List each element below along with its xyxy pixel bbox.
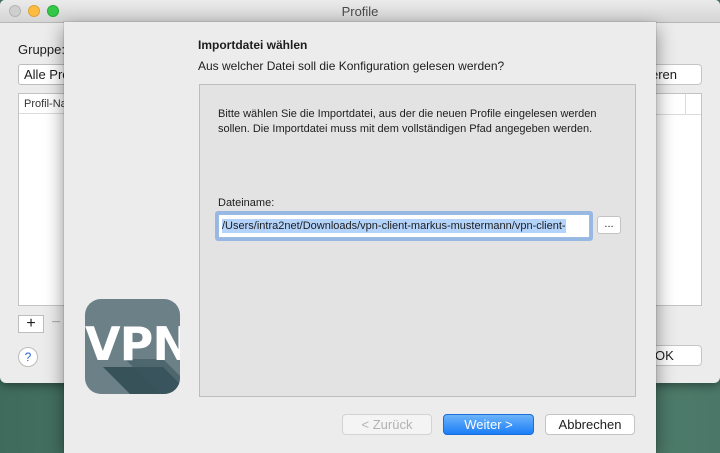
vpn-logo-text: VPN xyxy=(85,317,180,371)
import-panel: Bitte wählen Sie die Importdatei, aus de… xyxy=(199,84,636,397)
vpn-logo-icon: VPN xyxy=(85,299,180,394)
import-description: Bitte wählen Sie die Importdatei, aus de… xyxy=(218,108,597,135)
filename-label: Dateiname: xyxy=(218,197,275,209)
filename-value: /Users/intra2net/Downloads/vpn-client-ma… xyxy=(222,219,566,233)
help-button[interactable]: ? xyxy=(18,347,38,367)
import-sheet: Importdatei wählen Aus welcher Datei sol… xyxy=(64,22,656,453)
right-table-divider xyxy=(685,94,686,114)
window-title: Profile xyxy=(341,4,379,19)
browse-button[interactable]: ... xyxy=(597,216,621,234)
filename-input[interactable]: /Users/intra2net/Downloads/vpn-client-ma… xyxy=(218,214,590,238)
right-action-button[interactable]: eren xyxy=(650,64,702,85)
back-button[interactable]: < Zurück xyxy=(342,414,432,435)
group-label: Gruppe: xyxy=(18,42,65,57)
window-titlebar[interactable]: Profile xyxy=(0,0,720,23)
add-profile-button[interactable]: + xyxy=(18,315,44,333)
sheet-question: Aus welcher Datei soll die Konfiguration… xyxy=(198,59,505,73)
right-table[interactable] xyxy=(655,93,702,306)
next-button[interactable]: Weiter > xyxy=(443,414,534,435)
sheet-heading: Importdatei wählen xyxy=(198,38,308,52)
cancel-button[interactable]: Abbrechen xyxy=(545,414,635,435)
right-table-header xyxy=(656,94,701,115)
ok-button[interactable]: OK xyxy=(650,345,702,366)
